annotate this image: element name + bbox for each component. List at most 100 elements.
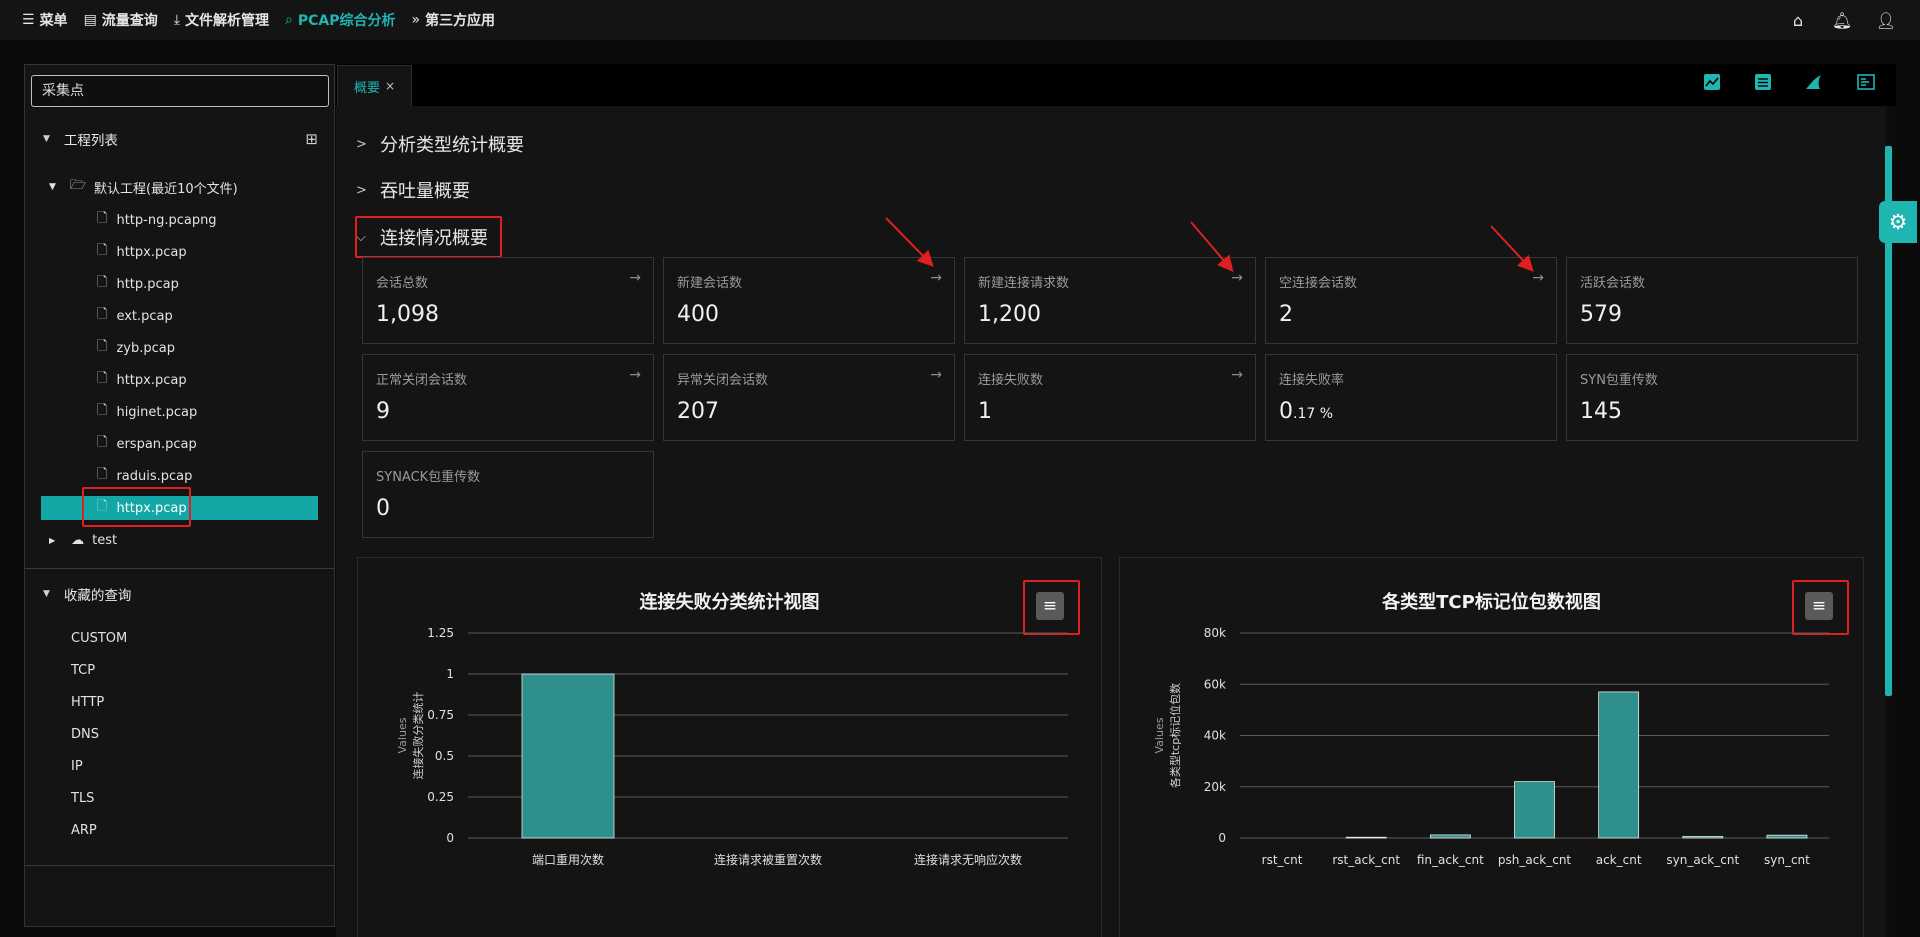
metric-label: 连接失败数 — [978, 373, 1044, 388]
menu-icon: ☰ — [22, 12, 35, 28]
y-axis-label: Values — [396, 717, 409, 753]
arrow-right-icon[interactable]: → — [930, 367, 942, 383]
file-name: httpx.pcap — [116, 500, 187, 516]
tab-bar: 概要 × — [336, 64, 1896, 106]
table-icon[interactable] — [1752, 73, 1774, 95]
y-tick-label: 40k — [1204, 729, 1226, 743]
caret-right-icon: ▶ — [49, 535, 56, 545]
file-item[interactable]: 🗋 httpx.pcap — [41, 496, 318, 520]
tab-overview[interactable]: 概要 × — [337, 65, 412, 106]
file-icon: 🗋 — [97, 339, 108, 354]
y-tick-label: 0.5 — [435, 749, 454, 763]
file-item[interactable]: 🗋 higinet.pcap — [41, 400, 318, 424]
sidebar-divider — [25, 568, 334, 569]
y-tick-label: 1.25 — [427, 626, 454, 640]
x-tick-label: fin_ack_cnt — [1417, 853, 1484, 867]
file-item[interactable]: 🗋 raduis.pcap — [41, 464, 318, 488]
file-name: httpx.pcap — [116, 244, 187, 260]
metric-value: 207 — [677, 399, 719, 424]
new-folder-icon[interactable]: ⊞ — [305, 130, 318, 148]
shark-fin-icon[interactable] — [1803, 73, 1825, 95]
nav-file-parse-manage[interactable]: ⤓ 文件解析管理 — [174, 10, 269, 30]
arrow-right-icon[interactable]: → — [629, 367, 641, 383]
y-tick-label: 0 — [1218, 831, 1226, 845]
y-tick-label: 0 — [446, 831, 454, 845]
x-tick-label: rst_cnt — [1262, 853, 1303, 867]
file-item[interactable]: 🗋 http.pcap — [41, 272, 318, 296]
favorite-query-http[interactable]: HTTP — [71, 695, 104, 710]
favorite-query-custom[interactable]: CUSTOM — [71, 631, 127, 646]
x-tick-label: 端口重用次数 — [532, 852, 604, 867]
line-chart-icon[interactable] — [1701, 73, 1723, 95]
x-tick-label: syn_cnt — [1764, 853, 1810, 867]
sidebar-divider — [25, 865, 334, 866]
close-icon[interactable]: × — [385, 79, 395, 93]
metric-card[interactable]: SYNACK包重传数 0 — [362, 451, 654, 538]
bell-icon[interactable]: 🔔︎ — [1820, 11, 1864, 30]
metric-value: 0 — [376, 496, 390, 521]
x-tick-label: syn_ack_cnt — [1666, 853, 1739, 867]
chart-panel-connection-failure: 连接失败分类统计视图 ≡ 0 0.25 0.5 0.75 1 1.25 端口重用次数 连接请求… — [357, 557, 1102, 937]
file-icon: 🗋 — [97, 403, 108, 418]
file-name: erspan.pcap — [116, 436, 197, 452]
favorite-query-dns[interactable]: DNS — [71, 727, 99, 742]
file-item[interactable]: 🗋 httpx.pcap — [41, 240, 318, 264]
file-icon: 🗋 — [97, 371, 108, 386]
nav-pcap-analysis[interactable]: ⌕ PCAP综合分析 — [285, 10, 395, 30]
y-axis-label: Values — [1153, 717, 1166, 753]
file-icon: 🗋 — [97, 467, 108, 482]
home-icon[interactable]: ⌂ — [1776, 11, 1820, 30]
capture-point-search-input[interactable] — [31, 75, 329, 107]
y-tick-label: 1 — [446, 667, 454, 681]
nav-third-party-apps[interactable]: » 第三方应用 — [411, 10, 495, 30]
y-axis-series-label: 各类型tcp标记位包数 — [1168, 683, 1182, 788]
favorite-query-ip[interactable]: IP — [71, 759, 83, 774]
annotation-arrow — [1190, 221, 1234, 273]
file-item[interactable]: 🗋 http-ng.pcapng — [41, 208, 318, 232]
gear-icon: ⚙ — [1888, 210, 1908, 234]
list-view-icon[interactable] — [1855, 73, 1877, 95]
tree-default-project[interactable]: ▼ 🗁 默认工程(最近10个文件) — [49, 176, 238, 198]
favorite-query-tcp[interactable]: TCP — [71, 663, 95, 678]
metric-label: 正常关闭会话数 — [376, 373, 468, 388]
metric-card[interactable]: 正常关闭会话数 → 9 — [362, 354, 654, 441]
file-name: ext.pcap — [116, 308, 173, 324]
metric-card[interactable]: 异常关闭会话数 → 207 — [663, 354, 955, 441]
x-tick-label: 连接请求被重置次数 — [714, 852, 822, 867]
main-panel: 概要 × > 分析类型统计概要 > 吞吐量概要 ⌵ 连接情况概要 会话总数→ — [336, 64, 1917, 937]
metric-value: 0.17 % — [1279, 399, 1334, 424]
file-icon: 🗋 — [97, 243, 108, 258]
metric-card[interactable]: SYN包重传数 145 — [1566, 354, 1858, 441]
bar — [1514, 781, 1555, 839]
file-item[interactable]: 🗋 ext.pcap — [41, 304, 318, 328]
file-item[interactable]: 🗋 httpx.pcap — [41, 368, 318, 392]
file-name: zyb.pcap — [116, 340, 175, 356]
tree-project-test[interactable]: ▶ ☁ test — [49, 529, 117, 551]
metric-card[interactable]: 连接失败率 0.17 % — [1265, 354, 1557, 441]
user-icon[interactable]: 👤︎ — [1864, 11, 1908, 30]
upload-icon: ⤓ — [173, 12, 180, 28]
annotation-arrows — [885, 217, 1534, 273]
annotation-arrow — [1490, 225, 1534, 272]
bar — [1345, 836, 1387, 839]
bar — [521, 673, 615, 839]
document-icon: ▤ — [83, 12, 97, 28]
arrow-right-icon[interactable]: → — [1231, 367, 1243, 383]
file-name: raduis.pcap — [116, 468, 193, 484]
file-item[interactable]: 🗋 erspan.pcap — [41, 432, 318, 456]
project-list-header[interactable]: ▼ 工程列表 ⊞ — [25, 125, 334, 153]
y-tick-label: 0.25 — [427, 790, 454, 804]
favorite-query-tls[interactable]: TLS — [71, 791, 94, 806]
nav-menu[interactable]: ☰ 菜单 — [22, 10, 68, 30]
favorites-header[interactable]: ▼ 收藏的查询 — [25, 580, 334, 608]
nav-traffic-query[interactable]: ▤ 流量查询 — [84, 10, 158, 30]
settings-gear-button[interactable]: ⚙ — [1879, 201, 1917, 243]
metric-card[interactable]: 连接失败数 → 1 — [964, 354, 1256, 441]
x-tick-label: ack_cnt — [1596, 853, 1642, 867]
metric-value: 1 — [978, 399, 992, 424]
file-item[interactable]: 🗋 zyb.pcap — [41, 336, 318, 360]
file-icon: 🗋 — [97, 275, 108, 290]
bar — [1766, 834, 1808, 839]
x-tick-label: 连接请求无响应次数 — [914, 852, 1022, 867]
favorite-query-arp[interactable]: ARP — [71, 823, 97, 838]
